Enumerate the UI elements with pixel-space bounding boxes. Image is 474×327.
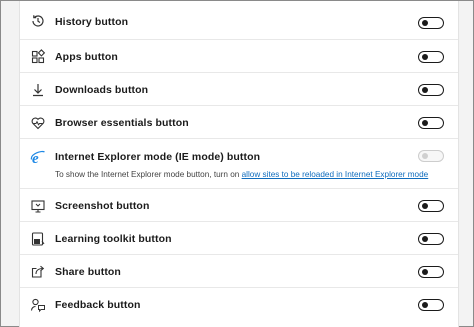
setting-row-feedback: Feedback button bbox=[20, 288, 458, 327]
screenshot-icon bbox=[30, 198, 46, 214]
setting-row-apps: Apps button bbox=[20, 40, 458, 73]
setting-label: Share button bbox=[55, 266, 121, 278]
setting-label: Learning toolkit button bbox=[55, 233, 172, 245]
setting-row-screenshot: Screenshot button bbox=[20, 189, 458, 222]
setting-row-history: History button bbox=[20, 1, 458, 40]
toolbar-buttons-settings-panel: History button Apps button Downloads but… bbox=[19, 1, 459, 327]
setting-row-ie-mode: e Internet Explorer mode (IE mode) butto… bbox=[20, 139, 458, 189]
setting-row-share: Share button bbox=[20, 255, 458, 288]
apps-toggle[interactable] bbox=[418, 51, 444, 63]
ie-mode-toggle bbox=[418, 150, 444, 162]
setting-label: Downloads button bbox=[55, 84, 149, 96]
history-toggle[interactable] bbox=[418, 17, 444, 29]
setting-label: Screenshot button bbox=[55, 200, 150, 212]
description-text: To show the Internet Explorer mode butto… bbox=[55, 170, 240, 179]
browser-essentials-toggle[interactable] bbox=[418, 117, 444, 129]
learning-toolkit-toggle[interactable] bbox=[418, 233, 444, 245]
setting-row-downloads: Downloads button bbox=[20, 73, 458, 106]
setting-label: Apps button bbox=[55, 51, 118, 63]
ie-mode-description: To show the Internet Explorer mode butto… bbox=[55, 170, 428, 179]
internet-explorer-icon: e bbox=[30, 149, 46, 165]
heart-pulse-icon bbox=[30, 115, 46, 131]
share-toggle[interactable] bbox=[418, 266, 444, 278]
setting-row-learning-toolkit: Learning toolkit button bbox=[20, 222, 458, 255]
screenshot-toggle[interactable] bbox=[418, 200, 444, 212]
share-icon bbox=[30, 264, 46, 280]
setting-row-browser-essentials: Browser essentials button bbox=[20, 106, 458, 139]
download-icon bbox=[30, 82, 46, 98]
setting-label: History button bbox=[55, 16, 129, 28]
downloads-toggle[interactable] bbox=[418, 84, 444, 96]
feedback-toggle[interactable] bbox=[418, 299, 444, 311]
setting-label: Feedback button bbox=[55, 299, 141, 311]
setting-label: Browser essentials button bbox=[55, 117, 189, 129]
feedback-icon bbox=[30, 297, 46, 313]
history-icon bbox=[30, 13, 46, 29]
setting-label: Internet Explorer mode (IE mode) button bbox=[55, 151, 261, 163]
learning-toolkit-icon bbox=[30, 231, 46, 247]
apps-icon bbox=[30, 49, 46, 65]
allow-ie-reload-link[interactable]: allow sites to be reloaded in Internet E… bbox=[242, 170, 429, 179]
